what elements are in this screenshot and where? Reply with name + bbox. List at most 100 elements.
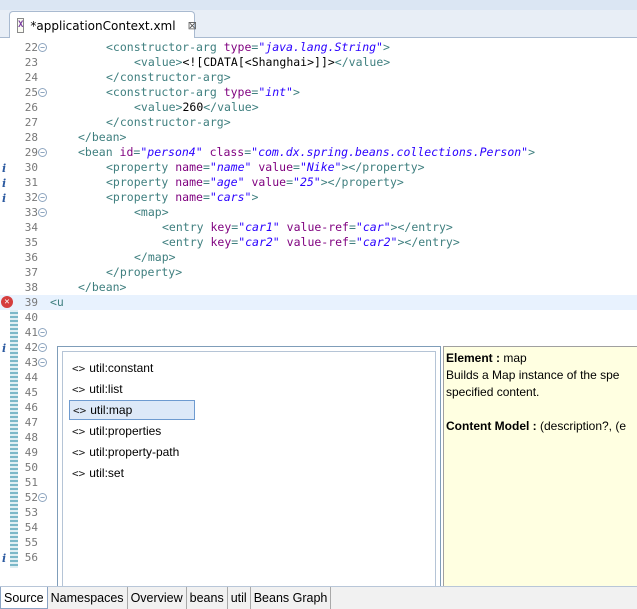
editor-tab-title: *applicationContext.xml (30, 18, 176, 33)
code-line[interactable]: 41− (0, 325, 637, 340)
page-tab-util[interactable]: util (228, 587, 251, 609)
page-tab-beans-graph[interactable]: Beans Graph (251, 587, 332, 609)
line-number: 48 (24, 431, 38, 444)
code-text: </constructor-arg> (106, 115, 231, 130)
xml-value-token: "car2" (355, 235, 398, 249)
line-number: 35 (24, 236, 38, 249)
xml-tag-token: > (528, 145, 536, 159)
xml-file-icon: X (17, 18, 25, 33)
code-line[interactable]: 30 i <property name="name" value="Nike"></… (0, 160, 637, 175)
code-text: </bean> (78, 280, 126, 295)
xml-tag-token (203, 145, 210, 159)
xml-source-editor[interactable]: 22− <constructor-arg type="java.lang.Stri… (0, 38, 637, 609)
xml-tag-token: ></property> (320, 175, 404, 189)
code-text: <entry key="car2" value-ref="car2"></ent… (162, 235, 460, 250)
code-line[interactable]: 32 i − <property name="cars"> (0, 190, 637, 205)
xml-attribute-token: value (258, 160, 293, 174)
fold-toggle-icon[interactable]: − (38, 343, 47, 352)
code-text: <u (50, 295, 64, 310)
content-assist-list[interactable]: <> util:constant <> util:list <> util:map <> ut… (62, 351, 436, 595)
fold-toggle-icon[interactable]: − (38, 43, 47, 52)
fold-toggle-icon[interactable]: − (38, 328, 47, 337)
editor-tab-application-context[interactable]: X *applicationContext.xml ⊠ (9, 11, 197, 39)
code-line[interactable]: 31 i <property name="age" value="25"></pro… (0, 175, 637, 190)
code-text: </bean> (78, 130, 126, 145)
xml-element-icon: <> (72, 445, 86, 459)
fold-toggle-icon[interactable]: − (38, 493, 47, 502)
fold-toggle-icon[interactable]: − (38, 208, 47, 217)
proposal-label: util:properties (89, 424, 162, 438)
fold-toggle-icon[interactable]: − (38, 88, 47, 97)
error-marker-icon[interactable]: ✕ (1, 296, 13, 308)
code-line[interactable]: 33− <map> (0, 205, 637, 220)
line-number: 28 (24, 131, 38, 144)
doc-content-model-label: Content Model : (446, 419, 540, 433)
proposal-item[interactable]: <> util:map (69, 400, 195, 420)
documentation-popup: Element : map Builds a Map instance of t… (443, 346, 637, 604)
info-marker-icon[interactable]: i (2, 176, 6, 191)
info-marker-icon[interactable]: i (2, 551, 6, 566)
info-marker-icon[interactable]: i (2, 191, 6, 206)
xml-tag-token: = (202, 190, 210, 204)
xml-tag-token: <value> (134, 55, 183, 69)
code-text: <constructor-arg type="int"> (106, 85, 300, 100)
xml-value-token: "Nike" (299, 160, 342, 174)
fold-toggle-icon[interactable]: − (38, 193, 47, 202)
info-marker-icon[interactable]: i (2, 161, 6, 176)
xml-tag-token: </constructor-arg> (106, 115, 231, 129)
code-line[interactable]: 22− <constructor-arg type="java.lang.Stri… (0, 40, 637, 55)
page-tab-namespaces[interactable]: Namespaces (48, 587, 128, 609)
xml-attribute-token: type (223, 85, 252, 99)
line-number: 37 (24, 266, 38, 279)
xml-tag-token: <u (50, 295, 64, 309)
fold-toggle-icon[interactable]: − (38, 358, 47, 367)
code-line[interactable]: 24 </constructor-arg> (0, 70, 637, 85)
content-assist-popup[interactable]: <> util:constant <> util:list <> util:map <> ut… (57, 346, 441, 600)
editor-page-tabs: Source Namespaces Overview beans util Beans G… (0, 586, 637, 609)
code-line[interactable]: 25− <constructor-arg type="int"> (0, 85, 637, 100)
proposal-item[interactable]: <> util:property-path (69, 442, 183, 462)
code-line[interactable]: 23 <value><![CDATA[<Shanghai>]]></value> (0, 55, 637, 70)
xml-value-token: "car" (355, 220, 391, 234)
page-tab-beans[interactable]: beans (187, 587, 228, 609)
xml-attribute-token: name (175, 190, 203, 204)
xml-element-icon: <> (72, 361, 86, 375)
code-line[interactable]: 40 (0, 310, 637, 325)
xml-tag-token: = (293, 160, 300, 174)
xml-value-token: "name" (209, 160, 252, 174)
proposal-item[interactable]: <> util:list (69, 379, 127, 399)
proposal-item[interactable]: <> util:constant (69, 358, 157, 378)
code-text: <entry key="car1" value-ref="car"></entr… (162, 220, 453, 235)
page-tab-source[interactable]: Source (0, 587, 48, 609)
xml-value-token: "java.lang.String" (258, 40, 383, 54)
proposal-label: util:set (89, 466, 124, 480)
fold-toggle-icon[interactable]: − (38, 148, 47, 157)
page-tab-overview[interactable]: Overview (128, 587, 187, 609)
proposal-item[interactable]: <> util:properties (69, 421, 165, 441)
xml-element-icon: <> (72, 424, 86, 438)
proposal-item[interactable]: <> util:set (69, 463, 128, 483)
proposal-label: util:constant (89, 361, 154, 375)
xml-value-token: "25" (293, 175, 321, 189)
xml-value-token: "car2" (238, 235, 280, 249)
xml-value-token: "com.dx.spring.beans.collections.Person" (251, 145, 529, 159)
code-text: <constructor-arg type="java.lang.String"… (106, 40, 390, 55)
code-line[interactable]: 28 </bean> (0, 130, 637, 145)
code-line[interactable]: 29− <bean id="person4" class="com.dx.spri… (0, 145, 637, 160)
code-line[interactable]: 37 </property> (0, 265, 637, 280)
xml-value-token: "age" (209, 175, 245, 189)
code-text: </constructor-arg> (106, 70, 231, 85)
code-line[interactable]: 27 </constructor-arg> (0, 115, 637, 130)
code-line[interactable]: 38 </bean> (0, 280, 637, 295)
code-line[interactable]: 26 <value>260</value> (0, 100, 637, 115)
close-icon[interactable]: ⊠ (188, 19, 197, 32)
code-line[interactable]: 39 ✕ <u (0, 295, 637, 310)
xml-tag-token: = (348, 235, 356, 249)
code-line[interactable]: 36 </map> (0, 250, 637, 265)
xml-tag-token: </map> (134, 250, 176, 264)
code-line[interactable]: 35 <entry key="car2" value-ref="car2"></e… (0, 235, 637, 250)
xml-value-token: "cars" (209, 190, 252, 204)
info-marker-icon[interactable]: i (2, 341, 6, 356)
code-line[interactable]: 34 <entry key="car1" value-ref="car"></en… (0, 220, 637, 235)
xml-tag-token (280, 220, 287, 234)
